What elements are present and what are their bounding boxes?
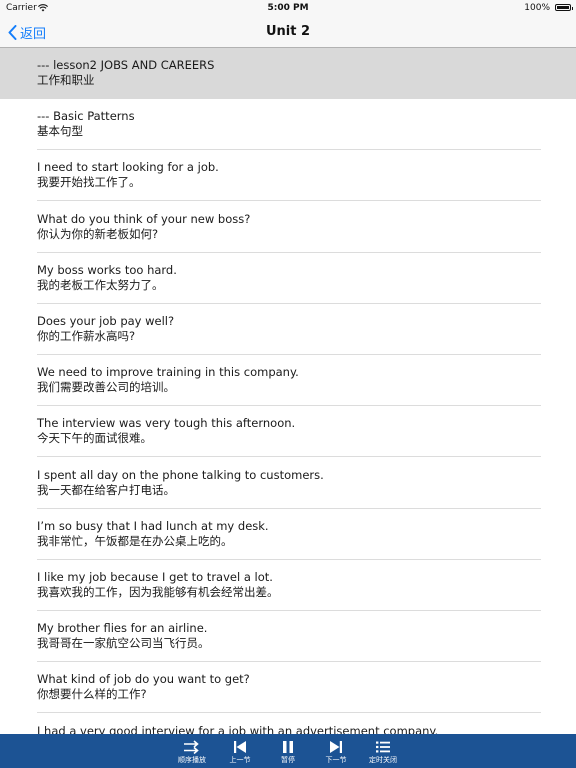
timer-close-button[interactable]: 定时关闭	[355, 734, 411, 768]
list-item[interactable]: --- Basic Patterns 基本句型	[0, 99, 576, 151]
list-item[interactable]: I like my job because I get to travel a …	[0, 560, 576, 611]
sentence-english: We need to improve training in this comp…	[37, 365, 299, 380]
status-time: 5:00 PM	[267, 3, 309, 13]
list-item[interactable]: We need to improve training in this comp…	[0, 355, 576, 407]
battery-icon	[555, 4, 573, 11]
sequential-play-icon	[184, 740, 199, 755]
list-item[interactable]: I had a very good interview for a job wi…	[0, 714, 576, 734]
playback-toolbar: 顺序播放 上一节 暂停 下一节 定时关闭	[0, 734, 576, 768]
sentence-chinese: 我喜欢我的工作，因为我能够有机会经常出差。	[37, 585, 279, 599]
list-item[interactable]: The interview was very tough this aftern…	[0, 406, 576, 458]
sentence-chinese: 我一天都在给客户打电话。	[37, 482, 175, 497]
sentence-chinese: 今天下午的面试很难。	[37, 431, 152, 446]
status-bar: Carrier 5:00 PM 100%	[0, 0, 576, 16]
list-item[interactable]: --- lesson2 JOBS AND CAREERS 工作和职业	[0, 48, 576, 99]
list-item[interactable]: I’m so busy that I had lunch at my desk.…	[0, 509, 576, 560]
sentence-english: I need to start looking for a job.	[37, 160, 219, 175]
next-section-icon	[330, 741, 342, 753]
list-item[interactable]: Does your job pay well? 你的工作薪水高吗?	[0, 304, 576, 355]
page-title: Unit 2	[265, 24, 311, 39]
list-item[interactable]: My brother flies for an airline. 我哥哥在一家航空…	[0, 611, 576, 663]
sentence-chinese: 我要开始找工作了。	[37, 175, 141, 190]
sentence-chinese: 你想要什么样的工作?	[37, 687, 147, 702]
previous-section-icon	[234, 741, 246, 753]
sentence-chinese: 我的老板工作太努力了。	[37, 277, 164, 292]
list-item[interactable]: What do you think of your new boss? 你认为你的…	[0, 202, 576, 253]
timer-close-label: 定时关闭	[369, 756, 397, 764]
list-item[interactable]: I spent all day on the phone talking to …	[0, 458, 576, 509]
timer-list-icon	[376, 741, 390, 753]
sentence-english: I’m so busy that I had lunch at my desk.	[37, 518, 269, 533]
list-item[interactable]: My boss works too hard. 我的老板工作太努力了。	[0, 253, 576, 304]
sentence-chinese: 基本句型	[37, 124, 83, 139]
sentence-chinese: 你的工作薪水高吗?	[37, 329, 136, 343]
sentence-chinese: 我非常忙，午饭都是在办公桌上吃的。	[37, 533, 233, 548]
list-item[interactable]: I need to start looking for a job. 我要开始找工…	[0, 150, 576, 202]
battery-percent: 100%	[524, 3, 550, 13]
back-button-label: 返回	[20, 26, 47, 42]
sentence-english: --- lesson2 JOBS AND CAREERS	[37, 58, 215, 72]
sentence-english: I like my job because I get to travel a …	[37, 570, 273, 584]
chevron-left-icon	[8, 24, 17, 40]
back-button[interactable]: 返回	[8, 16, 46, 48]
navigation-bar: Unit 2 返回	[0, 16, 576, 48]
sentence-chinese: 工作和职业	[37, 73, 95, 87]
sentence-chinese: 你认为你的新老板如何?	[37, 226, 159, 241]
sentence-english: What do you think of your new boss?	[37, 211, 251, 226]
pause-icon	[283, 741, 293, 753]
sentence-english: I spent all day on the phone talking to …	[37, 467, 324, 482]
sentence-english: I had a very good interview for a job wi…	[37, 723, 439, 734]
sentence-english: Does your job pay well?	[37, 314, 175, 328]
sentence-list[interactable]: --- lesson2 JOBS AND CAREERS 工作和职业 --- Bas…	[0, 48, 576, 734]
sentence-english: --- Basic Patterns	[37, 109, 135, 124]
list-item[interactable]: What kind of job do you want to get? 你想要什…	[0, 662, 576, 714]
sentence-english: My boss works too hard.	[37, 262, 177, 277]
sentence-english: The interview was very tough this aftern…	[37, 416, 296, 431]
sentence-english: What kind of job do you want to get?	[37, 672, 250, 687]
sentence-chinese: 我哥哥在一家航空公司当飞行员。	[37, 636, 210, 651]
sentence-english: My brother flies for an airline.	[37, 621, 208, 636]
sentence-chinese: 我们需要改善公司的培训。	[37, 380, 175, 395]
